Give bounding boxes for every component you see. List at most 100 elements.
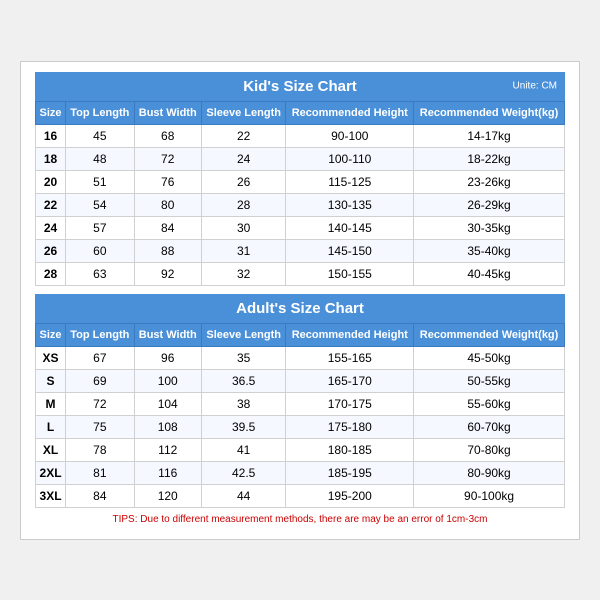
table-cell: 195-200 xyxy=(286,484,414,507)
table-cell: 30 xyxy=(201,216,286,239)
table-cell: S xyxy=(36,369,66,392)
table-cell: 140-145 xyxy=(286,216,414,239)
table-cell: 130-135 xyxy=(286,193,414,216)
table-cell: 44 xyxy=(201,484,286,507)
kids-col-rec-weight: Recommended Weight(kg) xyxy=(414,101,565,124)
table-row: S6910036.5165-17050-55kg xyxy=(36,369,565,392)
table-cell: 90-100 xyxy=(286,124,414,147)
table-cell: 170-175 xyxy=(286,392,414,415)
table-cell: 90-100kg xyxy=(414,484,565,507)
table-cell: 72 xyxy=(134,147,201,170)
table-row: 20517626115-12523-26kg xyxy=(36,170,565,193)
table-cell: 51 xyxy=(66,170,134,193)
table-cell: 54 xyxy=(66,193,134,216)
table-cell: 32 xyxy=(201,262,286,285)
table-cell: 28 xyxy=(36,262,66,285)
table-cell: 72 xyxy=(66,392,134,415)
table-row: 26608831145-15035-40kg xyxy=(36,239,565,262)
table-cell: 175-180 xyxy=(286,415,414,438)
table-cell: 40-45kg xyxy=(414,262,565,285)
table-row: M7210438170-17555-60kg xyxy=(36,392,565,415)
kids-header-row: Size Top Length Bust Width Sleeve Length… xyxy=(36,101,565,124)
kids-tbody: 1645682290-10014-17kg18487224100-11018-2… xyxy=(36,124,565,285)
table-cell: 92 xyxy=(134,262,201,285)
table-cell: 155-165 xyxy=(286,346,414,369)
table-cell: L xyxy=(36,415,66,438)
table-cell: 115-125 xyxy=(286,170,414,193)
table-cell: 24 xyxy=(201,147,286,170)
table-cell: 84 xyxy=(66,484,134,507)
tips-text: TIPS: Due to different measurement metho… xyxy=(35,514,565,525)
table-cell: 63 xyxy=(66,262,134,285)
adults-table: Size Top Length Bust Width Sleeve Length… xyxy=(35,323,565,508)
table-cell: 35-40kg xyxy=(414,239,565,262)
table-row: 18487224100-11018-22kg xyxy=(36,147,565,170)
table-cell: 76 xyxy=(134,170,201,193)
table-cell: 26 xyxy=(201,170,286,193)
table-row: 1645682290-10014-17kg xyxy=(36,124,565,147)
table-cell: 165-170 xyxy=(286,369,414,392)
table-row: 3XL8412044195-20090-100kg xyxy=(36,484,565,507)
table-cell: 16 xyxy=(36,124,66,147)
table-cell: 69 xyxy=(66,369,134,392)
adults-tbody: XS679635155-16545-50kgS6910036.5165-1705… xyxy=(36,346,565,507)
table-row: 28639232150-15540-45kg xyxy=(36,262,565,285)
table-row: 2XL8111642.5185-19580-90kg xyxy=(36,461,565,484)
table-cell: 145-150 xyxy=(286,239,414,262)
table-row: 24578430140-14530-35kg xyxy=(36,216,565,239)
table-cell: 78 xyxy=(66,438,134,461)
kids-col-sleeve-length: Sleeve Length xyxy=(201,101,286,124)
table-cell: 48 xyxy=(66,147,134,170)
table-row: 22548028130-13526-29kg xyxy=(36,193,565,216)
table-cell: 35 xyxy=(201,346,286,369)
adults-header-row: Size Top Length Bust Width Sleeve Length… xyxy=(36,323,565,346)
table-cell: 120 xyxy=(134,484,201,507)
table-cell: 60 xyxy=(66,239,134,262)
adults-col-size: Size xyxy=(36,323,66,346)
table-cell: 80-90kg xyxy=(414,461,565,484)
adults-section-title: Adult's Size Chart xyxy=(35,294,565,323)
table-cell: 2XL xyxy=(36,461,66,484)
table-cell: 22 xyxy=(201,124,286,147)
table-cell: 24 xyxy=(36,216,66,239)
table-cell: 180-185 xyxy=(286,438,414,461)
table-cell: 68 xyxy=(134,124,201,147)
table-cell: 42.5 xyxy=(201,461,286,484)
table-cell: 26-29kg xyxy=(414,193,565,216)
table-cell: 55-60kg xyxy=(414,392,565,415)
table-cell: 185-195 xyxy=(286,461,414,484)
table-row: XL7811241180-18570-80kg xyxy=(36,438,565,461)
kids-table: Size Top Length Bust Width Sleeve Length… xyxy=(35,101,565,286)
table-cell: 108 xyxy=(134,415,201,438)
table-cell: 14-17kg xyxy=(414,124,565,147)
table-cell: 41 xyxy=(201,438,286,461)
table-cell: 57 xyxy=(66,216,134,239)
adults-col-rec-height: Recommended Height xyxy=(286,323,414,346)
kids-col-top-length: Top Length xyxy=(66,101,134,124)
kids-col-bust-width: Bust Width xyxy=(134,101,201,124)
table-cell: 50-55kg xyxy=(414,369,565,392)
table-cell: 112 xyxy=(134,438,201,461)
table-cell: 88 xyxy=(134,239,201,262)
adults-col-bust-width: Bust Width xyxy=(134,323,201,346)
table-cell: 18-22kg xyxy=(414,147,565,170)
table-cell: 36.5 xyxy=(201,369,286,392)
kids-col-size: Size xyxy=(36,101,66,124)
table-row: XS679635155-16545-50kg xyxy=(36,346,565,369)
adults-col-sleeve-length: Sleeve Length xyxy=(201,323,286,346)
adults-section: Adult's Size Chart Size Top Length Bust … xyxy=(35,294,565,508)
kids-section-title: Kid's Size Chart Unite: CM xyxy=(35,72,565,101)
table-cell: 100 xyxy=(134,369,201,392)
table-cell: 39.5 xyxy=(201,415,286,438)
table-cell: 30-35kg xyxy=(414,216,565,239)
table-cell: 80 xyxy=(134,193,201,216)
table-cell: M xyxy=(36,392,66,415)
table-cell: 23-26kg xyxy=(414,170,565,193)
chart-container: Kid's Size Chart Unite: CM Size Top Leng… xyxy=(20,61,580,540)
adults-col-top-length: Top Length xyxy=(66,323,134,346)
table-cell: 100-110 xyxy=(286,147,414,170)
table-cell: 28 xyxy=(201,193,286,216)
table-cell: 84 xyxy=(134,216,201,239)
table-cell: 38 xyxy=(201,392,286,415)
table-cell: 18 xyxy=(36,147,66,170)
